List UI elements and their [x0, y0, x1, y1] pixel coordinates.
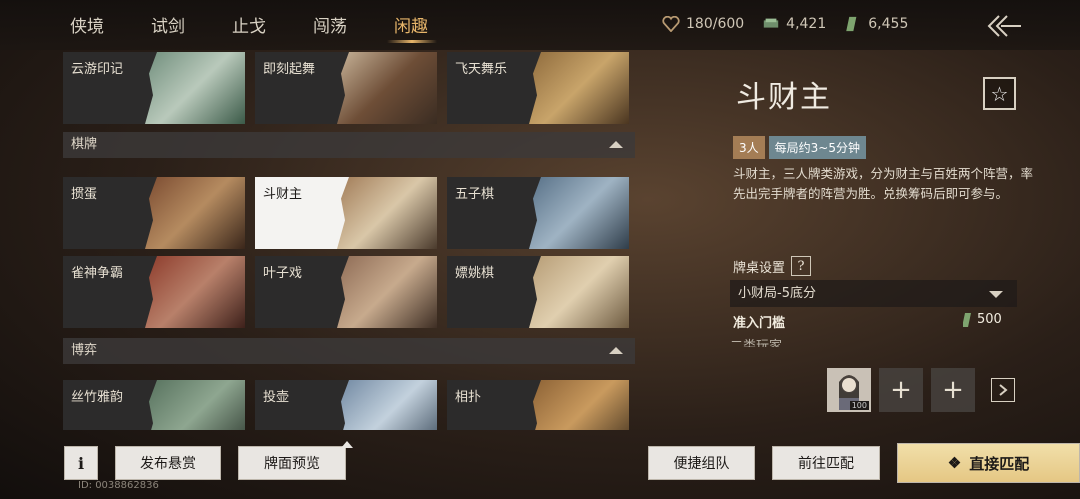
- tile-artwork: [145, 256, 245, 328]
- game-tile-xiangpu[interactable]: 相扑: [447, 380, 629, 430]
- add-teammate-button[interactable]: +: [931, 368, 975, 412]
- next-arrow-icon[interactable]: [991, 378, 1015, 402]
- coin-resource: 4,421: [762, 16, 826, 32]
- game-title: 斗财主: [736, 80, 832, 115]
- game-tile-wuziqi[interactable]: 五子棋: [447, 177, 629, 249]
- game-tile-doucaizhu[interactable]: 斗财主: [255, 177, 437, 249]
- ticket-resource: 6,455: [844, 16, 908, 32]
- tile-label: 飞天舞乐: [455, 62, 508, 77]
- player-count-badge: 3人: [733, 136, 765, 159]
- add-teammate-button[interactable]: +: [879, 368, 923, 412]
- favorite-star-icon[interactable]: ☆: [983, 77, 1016, 110]
- tab-xianqu[interactable]: 闲趣: [394, 12, 475, 37]
- back-arrow-icon[interactable]: [985, 12, 1023, 40]
- coin-stack-icon: [763, 18, 779, 28]
- top-bar: 侠境 试剑 止戈 闯荡 闲趣 180/600 4,421 6,455: [0, 0, 1080, 50]
- active-tab-underline: [387, 40, 437, 43]
- tile-artwork: [337, 52, 437, 124]
- tile-artwork: [337, 177, 437, 249]
- tile-artwork: [529, 177, 629, 249]
- tile-label: 即刻起舞: [263, 62, 316, 77]
- tile-label: 嫖姚棋: [455, 266, 495, 281]
- tile-artwork: [529, 256, 629, 328]
- tile-label: 丝竹雅韵: [71, 390, 124, 405]
- main-nav: 侠境 试剑 止戈 闯荡 闲趣: [70, 12, 475, 37]
- tile-artwork: [145, 177, 245, 249]
- direct-match-button[interactable]: ❖ 直接匹配: [897, 443, 1080, 483]
- game-tile-yezixi[interactable]: 叶子戏: [255, 256, 437, 328]
- chevron-down-icon: [989, 291, 1003, 298]
- tile-label: 相扑: [455, 390, 482, 405]
- help-icon[interactable]: ?: [791, 256, 812, 276]
- table-setting-row: 牌桌设置 ?: [733, 256, 812, 276]
- stamina-resource: 180/600: [662, 16, 744, 32]
- game-tile-piaoyao[interactable]: 嫖姚棋: [447, 256, 629, 328]
- section-header-cards[interactable]: 棋牌: [63, 132, 635, 158]
- duration-badge: 每局约3~5分钟: [768, 136, 866, 159]
- coin-value: 4,421: [786, 16, 827, 32]
- diamond-icon: ❖: [947, 454, 962, 472]
- game-tile-guandan[interactable]: 掼蛋: [63, 177, 245, 249]
- tile-artwork: [337, 256, 437, 328]
- tile-artwork: [337, 380, 437, 430]
- game-badges: 3人 每局约3~5分钟: [733, 136, 866, 159]
- tile-artwork: [529, 52, 629, 124]
- tile-label: 五子棋: [455, 187, 495, 202]
- dropdown-value: 小财局-5底分: [738, 286, 816, 301]
- goto-match-button[interactable]: 前往匹配: [772, 446, 880, 480]
- tab-xiajing[interactable]: 侠境: [70, 12, 151, 37]
- ticket-icon: [963, 312, 971, 327]
- player-level: 100: [849, 401, 869, 410]
- post-bounty-button[interactable]: 发布悬赏: [115, 446, 221, 480]
- table-setting-dropdown[interactable]: 小财局-5底分: [730, 280, 1017, 307]
- partial-setting-row: 二类玩家: [730, 335, 1017, 347]
- tile-label: 雀神争霸: [71, 266, 124, 281]
- section-title: 博弈: [71, 343, 98, 358]
- game-tile-jike[interactable]: 即刻起舞: [255, 52, 437, 124]
- threshold-label: 准入门槛: [733, 316, 786, 331]
- tile-artwork: [145, 380, 245, 430]
- quick-team-button[interactable]: 便捷组队: [648, 446, 755, 480]
- game-tile-sizhu[interactable]: 丝竹雅韵: [63, 380, 245, 430]
- tile-artwork: [145, 52, 245, 124]
- game-description: 斗财主，三人牌类游戏，分为财主与百姓两个阵营，率先出完手牌者的阵营为胜。兑换筹码…: [733, 166, 1034, 201]
- section-header-boyi[interactable]: 博弈: [63, 338, 635, 364]
- tab-chuangdang[interactable]: 闯荡: [313, 12, 394, 37]
- direct-match-label: 直接匹配: [969, 454, 1030, 473]
- threshold-value-row: 500: [963, 312, 1002, 327]
- resource-bar: 180/600 4,421 6,455: [662, 16, 926, 32]
- collapse-caret-icon[interactable]: [609, 141, 623, 148]
- card-preview-button[interactable]: 牌面预览: [238, 441, 353, 480]
- heart-icon: [662, 16, 680, 32]
- user-id: ID: 0038862836: [78, 480, 159, 491]
- stamina-value: 180/600: [686, 16, 745, 32]
- ticket-value: 6,455: [868, 16, 909, 32]
- tile-label: 投壶: [263, 390, 290, 405]
- table-setting-label: 牌桌设置: [733, 260, 786, 276]
- game-tile-feitian[interactable]: 飞天舞乐: [447, 52, 629, 124]
- ticket-icon: [846, 16, 857, 32]
- tile-artwork: [529, 380, 629, 430]
- tab-zhige[interactable]: 止戈: [232, 12, 313, 37]
- tab-shijian[interactable]: 试剑: [151, 12, 232, 37]
- threshold-value: 500: [977, 312, 1002, 327]
- collapse-caret-icon[interactable]: [609, 347, 623, 354]
- tile-label: 叶子戏: [263, 266, 303, 281]
- info-button[interactable]: i: [64, 446, 98, 480]
- game-tile-yunyou[interactable]: 云游印记: [63, 52, 245, 124]
- team-slots: 100 + +: [827, 368, 1015, 412]
- tile-label: 掼蛋: [71, 187, 98, 202]
- tile-label: 云游印记: [71, 62, 124, 77]
- game-tile-queshen[interactable]: 雀神争霸: [63, 256, 245, 328]
- game-tile-touhu[interactable]: 投壶: [255, 380, 437, 430]
- tile-label: 斗财主: [263, 187, 303, 202]
- player-avatar[interactable]: 100: [827, 368, 871, 412]
- partial-row-text: 二类玩家: [730, 339, 783, 347]
- section-title: 棋牌: [71, 137, 98, 152]
- game-list-panel[interactable]: 云游印记 即刻起舞 飞天舞乐 棋牌 掼蛋 斗财主 五子棋 雀神争霸 叶子戏 嫖姚…: [55, 50, 640, 430]
